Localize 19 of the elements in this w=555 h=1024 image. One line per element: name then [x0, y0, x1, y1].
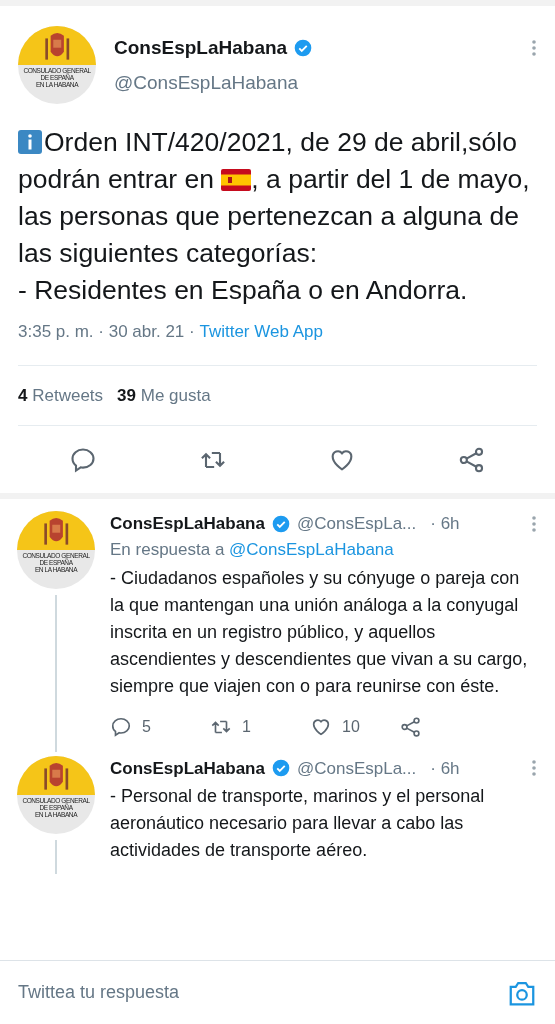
likes-stat[interactable]: 39 Me gusta: [117, 382, 211, 409]
tweet-age: · 6h: [430, 757, 460, 780]
reply-text: - Ciudadanos españoles y su cónyuge o pareja con la que mantengan una unión análoga a la conyugal inscrita en un registro público, y aquellos ascendientes y descendientes que vivan a su cargo, siempre que viajen con o para reunirse con éste.: [110, 566, 529, 698]
tweet-text: Orden INT/420/2021, de 29 de abril,sólo podrán entrar en , a partir del 1 de mayo, las personas que pertenezcan a alguna de las siguientes categorías: - Residentes en España o en Andorra.: [18, 126, 531, 307]
user-handle: @ConsEspLa...: [296, 513, 417, 535]
reply-text: - Personal de transporte, marinos y el personal aeronáutico necesario para llevar a cabo las actividades de transporte aéreo.: [110, 785, 486, 862]
user-handle: @ConsEspLaHabana: [114, 70, 300, 95]
display-name: ConsEspLaHabana: [110, 757, 265, 780]
tweet-timestamp: 3:35 p. m. · 30 abr. 21 ·: [18, 321, 196, 344]
user-handle: @ConsEspLa...: [296, 757, 417, 780]
display-name: ConsEspLaHabana: [114, 36, 288, 60]
tweet-age: · 6h: [430, 513, 460, 535]
reply-context: En respuesta a @ConsEspLaHabana: [110, 538, 395, 561]
retweet-count: 1: [242, 716, 251, 737]
like-count: 10: [342, 716, 360, 737]
reply-input-field[interactable]: Twittea tu respuesta: [18, 979, 507, 1006]
reply-count: 5: [142, 716, 151, 737]
retweets-stat[interactable]: 4 Retweets: [18, 382, 104, 409]
display-name: ConsEspLaHabana: [110, 513, 265, 535]
